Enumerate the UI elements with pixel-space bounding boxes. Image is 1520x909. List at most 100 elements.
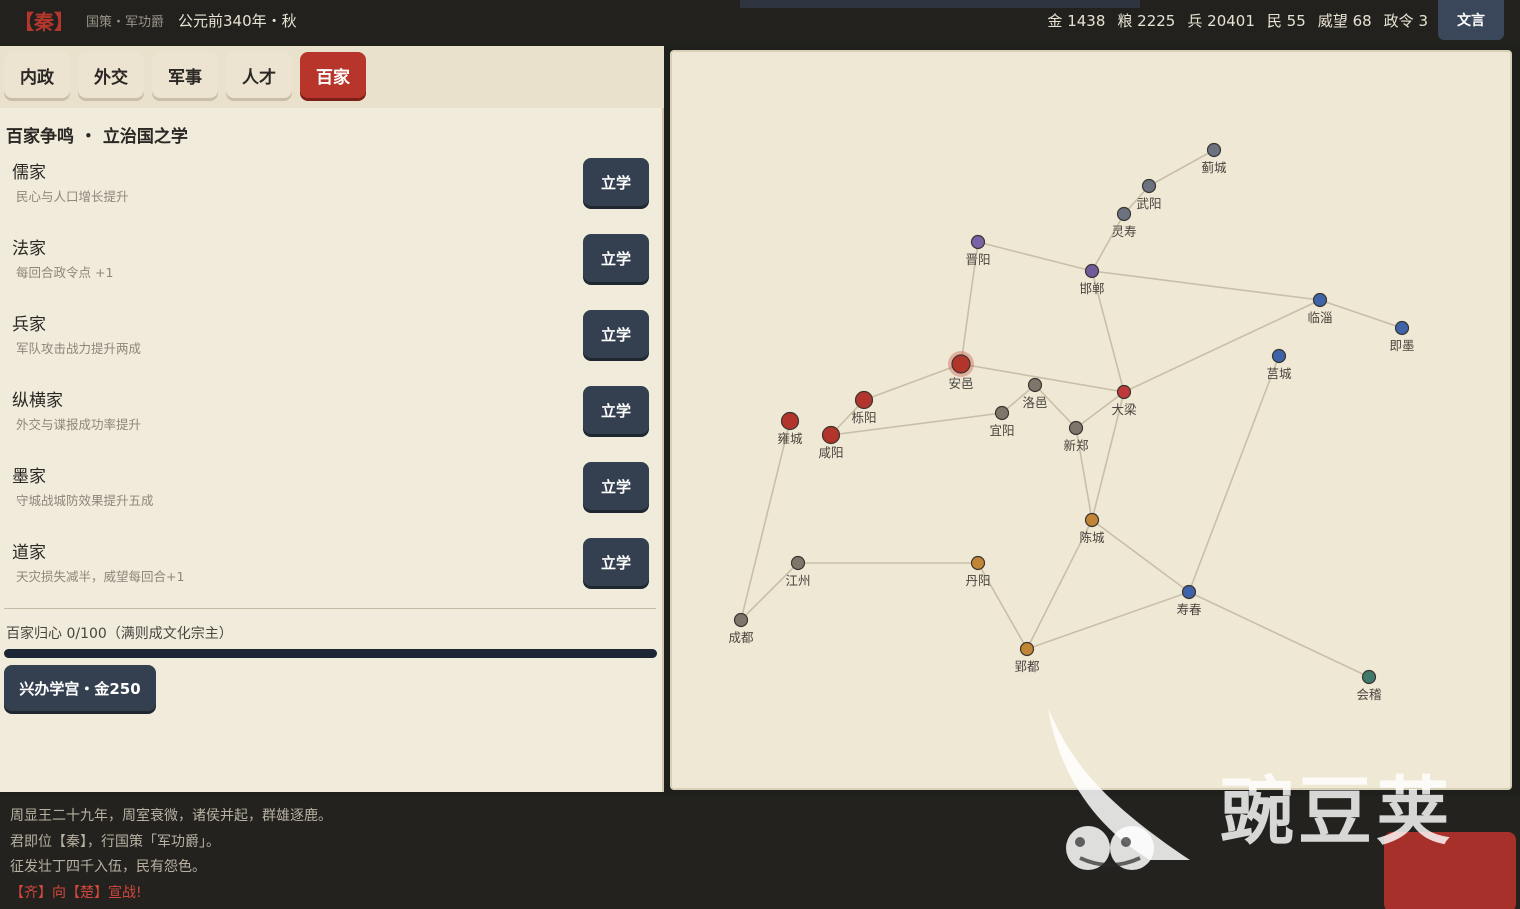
school-row-military: 兵家 军队攻击战力提升两成 立学 bbox=[12, 310, 652, 370]
tab-bar: 内政 外交 军事 人才 百家 bbox=[4, 52, 366, 98]
city-label: 成都 bbox=[728, 630, 754, 645]
school-desc: 军队攻击战力提升两成 bbox=[16, 341, 142, 356]
city-marker[interactable] bbox=[1312, 292, 1328, 308]
city-yongcheng[interactable]: 雍城 bbox=[777, 411, 803, 447]
city-danyang[interactable]: 丹阳 bbox=[965, 555, 991, 589]
city-luoyi[interactable]: 洛邑 bbox=[1022, 377, 1048, 411]
city-yiyang[interactable]: 宜阳 bbox=[989, 405, 1015, 439]
city-marker[interactable] bbox=[1019, 641, 1035, 657]
city-label: 陈城 bbox=[1079, 530, 1105, 545]
road-jucheng-shouchun bbox=[1188, 355, 1280, 593]
city-marker[interactable] bbox=[970, 555, 986, 571]
school-name: 儒家 bbox=[12, 163, 46, 183]
city-marker[interactable] bbox=[1084, 263, 1100, 279]
city-label: 洛邑 bbox=[1022, 395, 1047, 410]
city-anyi[interactable]: 安邑 bbox=[948, 351, 974, 391]
progress-bar bbox=[4, 649, 657, 658]
city-marker[interactable] bbox=[951, 354, 971, 374]
road-shouchun-kuaiji bbox=[1188, 591, 1370, 678]
city-jicheng[interactable]: 蓟城 bbox=[1201, 142, 1227, 176]
city-marker[interactable] bbox=[1181, 584, 1197, 600]
city-marker[interactable] bbox=[1206, 142, 1222, 158]
school-desc: 每回合政令点 +1 bbox=[16, 265, 114, 280]
city-chengdu[interactable]: 成都 bbox=[728, 612, 754, 646]
city-marker[interactable] bbox=[970, 234, 986, 250]
city-label: 邯郸 bbox=[1079, 281, 1104, 296]
city-label: 寿春 bbox=[1176, 602, 1202, 617]
city-jinyang[interactable]: 晋阳 bbox=[965, 234, 991, 268]
pea-logo-icon bbox=[1048, 708, 1190, 870]
city-jiangzhou[interactable]: 江州 bbox=[785, 555, 811, 589]
establish-button-confucian[interactable]: 立学 bbox=[583, 158, 649, 206]
city-marker[interactable] bbox=[1361, 669, 1377, 685]
city-marker[interactable] bbox=[780, 411, 800, 431]
city-marker[interactable] bbox=[1141, 178, 1157, 194]
city-marker[interactable] bbox=[1116, 206, 1132, 222]
resource-stats: 金 1438 粮 2225 兵 20401 民 55 威望 68 政令 3 bbox=[1047, 10, 1428, 31]
school-row-diplomatist: 纵横家 外交与谍报成功率提升 立学 bbox=[12, 386, 652, 446]
city-marker[interactable] bbox=[994, 405, 1010, 421]
city-marker[interactable] bbox=[1116, 384, 1132, 400]
build-academy-button[interactable]: 兴办学宫・金250 bbox=[4, 665, 156, 711]
school-desc: 守城战城防效果提升五成 bbox=[16, 493, 154, 508]
game-date: 公元前340年・秋 bbox=[178, 12, 297, 30]
school-name: 兵家 bbox=[12, 315, 46, 335]
tab-hundred-schools[interactable]: 百家 bbox=[300, 52, 366, 98]
stat-prestige: 威望 68 bbox=[1317, 12, 1372, 30]
city-marker[interactable] bbox=[1027, 377, 1043, 393]
city-marker[interactable] bbox=[854, 390, 874, 410]
city-marker[interactable] bbox=[821, 425, 841, 445]
tab-military[interactable]: 军事 bbox=[152, 52, 218, 98]
city-label: 晋阳 bbox=[965, 252, 990, 267]
school-row-legalist: 法家 每回合政令点 +1 立学 bbox=[12, 234, 652, 294]
progress-fill bbox=[4, 649, 657, 658]
establish-button-military[interactable]: 立学 bbox=[583, 310, 649, 358]
establish-button-legalist[interactable]: 立学 bbox=[583, 234, 649, 282]
school-name: 法家 bbox=[12, 239, 46, 259]
establish-button-diplomatist[interactable]: 立学 bbox=[583, 386, 649, 434]
city-marker[interactable] bbox=[790, 555, 806, 571]
progress-label: 百家归心 0/100（满则成文化宗主） bbox=[6, 626, 233, 642]
stat-people: 民 55 bbox=[1266, 12, 1306, 30]
log-line-war: 【齐】向【楚】宣战! bbox=[10, 884, 142, 901]
tab-diplomacy[interactable]: 外交 bbox=[78, 52, 144, 98]
city-jimo[interactable]: 即墨 bbox=[1389, 320, 1415, 354]
watermark: 豌豆荚 bbox=[1040, 700, 1500, 880]
city-label: 莒城 bbox=[1266, 366, 1292, 381]
tab-domestic[interactable]: 内政 bbox=[4, 52, 70, 98]
city-label: 宜阳 bbox=[989, 423, 1014, 438]
school-desc: 外交与谍报成功率提升 bbox=[16, 417, 142, 432]
city-shouchun[interactable]: 寿春 bbox=[1176, 584, 1202, 618]
city-kuaiji[interactable]: 会稽 bbox=[1356, 669, 1382, 703]
map-canvas: 蓟城武阳灵寿晋阳邯郸临淄即墨莒城安邑洛邑 大梁栎阳雍城咸阳 宜阳新郑陈城江州 丹阳寿春… bbox=[728, 142, 1415, 703]
tab-talent[interactable]: 人才 bbox=[226, 52, 292, 98]
school-name: 墨家 bbox=[12, 467, 46, 487]
city-label: 大梁 bbox=[1111, 402, 1137, 417]
city-xinzheng[interactable]: 新郑 bbox=[1063, 420, 1089, 454]
city-label: 郢都 bbox=[1014, 659, 1040, 674]
road-chencheng-shouchun bbox=[1091, 519, 1190, 593]
city-yingdu[interactable]: 郢都 bbox=[1014, 641, 1040, 675]
city-label: 即墨 bbox=[1389, 338, 1414, 353]
city-label: 新郑 bbox=[1063, 438, 1089, 453]
watermark-text: 豌豆荚 bbox=[1220, 769, 1454, 855]
school-desc: 民心与人口增长提升 bbox=[16, 189, 129, 204]
road-lingshou-handan bbox=[1091, 213, 1125, 272]
city-wuyang[interactable]: 武阳 bbox=[1136, 178, 1162, 212]
top-strip bbox=[740, 0, 1140, 8]
city-marker[interactable] bbox=[1084, 512, 1100, 528]
road-handan-linzi bbox=[1091, 270, 1321, 301]
city-chencheng[interactable]: 陈城 bbox=[1079, 512, 1105, 546]
city-xianyang[interactable]: 咸阳 bbox=[818, 425, 844, 461]
city-jucheng[interactable]: 莒城 bbox=[1266, 348, 1292, 382]
road-jiangzhou-chengdu bbox=[740, 562, 799, 621]
city-label: 雍城 bbox=[777, 431, 803, 446]
city-marker[interactable] bbox=[1271, 348, 1287, 364]
city-marker[interactable] bbox=[1068, 420, 1084, 436]
wenyan-button[interactable]: 文言 bbox=[1438, 0, 1504, 40]
city-marker[interactable] bbox=[1394, 320, 1410, 336]
establish-button-taoist[interactable]: 立学 bbox=[583, 538, 649, 586]
establish-button-mohist[interactable]: 立学 bbox=[583, 462, 649, 510]
city-marker[interactable] bbox=[733, 612, 749, 628]
city-lingshou[interactable]: 灵寿 bbox=[1111, 206, 1137, 240]
